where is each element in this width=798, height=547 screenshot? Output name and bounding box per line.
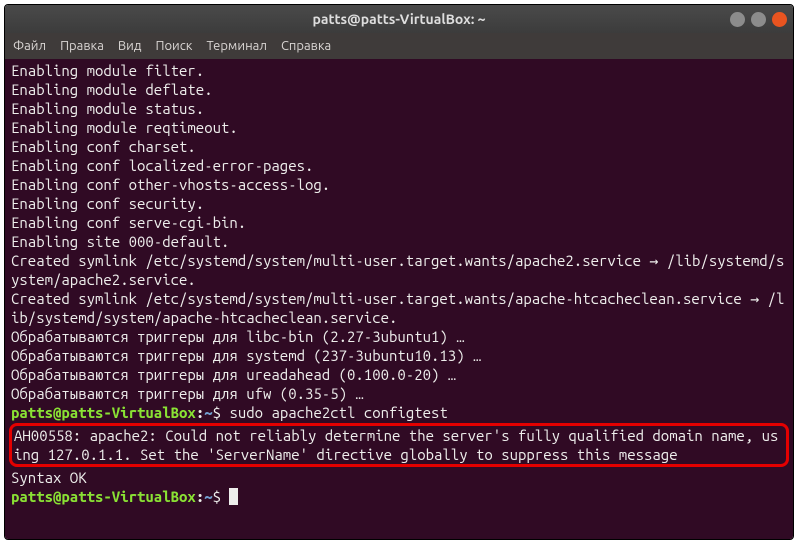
menubar: Файл Правка Вид Поиск Терминал Справка [5,33,793,59]
terminal-window: patts@patts-VirtualBox: ~ Файл Правка Ви… [4,4,794,540]
prompt-path: ~ [204,404,212,421]
output-line: Enabling module filter. [11,61,787,80]
warning-message: AH00558: apache2: Could not reliably det… [14,426,784,464]
maximize-button[interactable] [751,12,766,27]
output-line: Enabling module status. [11,99,787,118]
prompt-line: patts@patts-VirtualBox:~$ sudo apache2ct… [11,403,787,422]
prompt-dollar: $ [213,488,221,505]
output-line: Enabling site 000-default. [11,232,787,251]
prompt-path: ~ [204,488,212,505]
output-line: Enabling conf other-vhosts-access-log. [11,175,787,194]
output-line: Enabling module deflate. [11,80,787,99]
close-button[interactable] [772,12,787,27]
prompt-line: patts@patts-VirtualBox:~$ [11,487,787,506]
prompt-user: patts@patts-VirtualBox [11,488,196,505]
terminal-body[interactable]: Enabling module filter. Enabling module … [5,59,793,539]
window-title: patts@patts-VirtualBox: ~ [313,11,486,27]
output-line: Enabling module reqtimeout. [11,118,787,137]
output-line: Обрабатываются триггеры для systemd (237… [11,346,787,365]
output-line: Обрабатываются триггеры для ufw (0.35-5)… [11,384,787,403]
command-input: sudo apache2ctl configtest [229,404,447,421]
prompt-dollar: $ [213,404,221,421]
cursor [229,488,238,505]
highlighted-output: AH00558: apache2: Could not reliably det… [9,423,789,467]
menu-search[interactable]: Поиск [155,39,192,53]
prompt-sep: : [196,404,204,421]
output-line: Enabling conf localized-error-pages. [11,156,787,175]
menu-help[interactable]: Справка [281,39,331,53]
syntax-ok-line: Syntax OK [11,468,787,487]
menu-view[interactable]: Вид [118,39,142,53]
menu-terminal[interactable]: Терминал [206,39,266,53]
output-line: Обрабатываются триггеры для libc-bin (2.… [11,327,787,346]
output-line: Created symlink /etc/systemd/system/mult… [11,289,787,327]
output-line: Enabling conf security. [11,194,787,213]
output-line: Enabling conf charset. [11,137,787,156]
titlebar: patts@patts-VirtualBox: ~ [5,5,793,33]
menu-file[interactable]: Файл [13,39,46,53]
prompt-sep: : [196,488,204,505]
output-line: Created symlink /etc/systemd/system/mult… [11,251,787,289]
menu-edit[interactable]: Правка [60,39,104,53]
output-line: Enabling conf serve-cgi-bin. [11,213,787,232]
output-line: Обрабатываются триггеры для ureadahead (… [11,365,787,384]
prompt-user: patts@patts-VirtualBox [11,404,196,421]
minimize-button[interactable] [730,12,745,27]
window-controls [730,12,787,27]
